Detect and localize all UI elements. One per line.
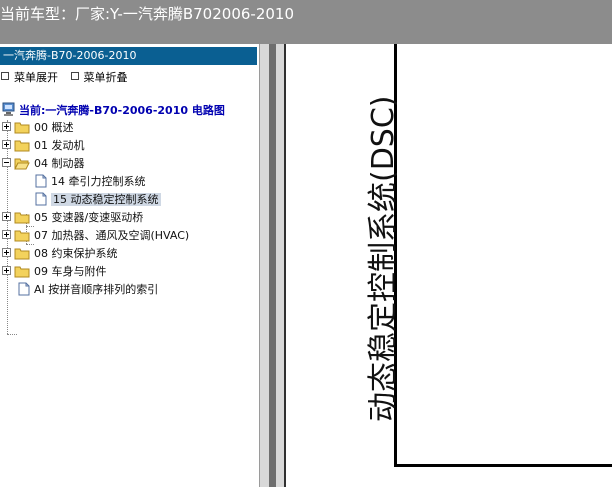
folder-open-icon bbox=[14, 158, 30, 170]
tree-node-label: 14 牵引力控制系统 bbox=[51, 175, 146, 188]
expand-all-label: 菜单展开 bbox=[14, 71, 58, 84]
pane-splitter[interactable] bbox=[260, 44, 286, 487]
expand-icon[interactable] bbox=[2, 230, 11, 239]
tree-node-label-selected: 15 动态稳定控制系统 bbox=[51, 193, 161, 206]
tree-node-traction-control[interactable]: 14 牵引力控制系统 bbox=[35, 174, 146, 190]
folder-icon bbox=[14, 266, 30, 278]
splitter-grip[interactable] bbox=[269, 44, 276, 487]
expand-icon[interactable] bbox=[2, 140, 11, 149]
tree-node-restraint-system[interactable]: 08 约束保护系统 bbox=[2, 246, 118, 262]
tree-node-hvac[interactable]: 07 加热器、通风及空调(HVAC) bbox=[2, 228, 189, 244]
diagram-frame-bottom bbox=[394, 464, 612, 467]
collapse-all-icon bbox=[70, 72, 79, 80]
tree-node-body-accessories[interactable]: 09 车身与附件 bbox=[2, 264, 107, 280]
computer-icon bbox=[2, 102, 15, 116]
expand-icon[interactable] bbox=[2, 212, 11, 221]
tree-root[interactable]: 当前:一汽奔腾-B70-2006-2010 电路图 bbox=[2, 102, 225, 118]
tree-node-brakes[interactable]: 04 制动器 bbox=[2, 156, 85, 172]
tree-node-label: 07 加热器、通风及空调(HVAC) bbox=[34, 229, 190, 242]
tree-node-label: 04 制动器 bbox=[34, 157, 85, 170]
tree-connector bbox=[26, 226, 34, 227]
navigation-pane: 一汽奔腾-B70-2006-2010 菜单展开 菜单折叠 当前:一汽奔腾-B70… bbox=[0, 44, 260, 487]
expand-icon[interactable] bbox=[2, 248, 11, 257]
folder-icon bbox=[14, 140, 30, 152]
document-icon bbox=[35, 192, 47, 206]
tree-node-label: 08 约束保护系统 bbox=[34, 247, 118, 260]
title-bar: 当前车型：厂家:Y-一汽奔腾B702006-2010 bbox=[0, 0, 612, 44]
document-icon bbox=[18, 282, 30, 296]
expand-icon[interactable] bbox=[2, 122, 11, 131]
window-title: 当前车型：厂家:Y-一汽奔腾B702006-2010 bbox=[0, 5, 294, 23]
tree-node-dynamic-stability-control[interactable]: 15 动态稳定控制系统 bbox=[35, 192, 161, 208]
collapse-all-button[interactable]: 菜单折叠 bbox=[70, 71, 128, 84]
expand-icon[interactable] bbox=[2, 266, 11, 275]
tree-node-engine[interactable]: 01 发动机 bbox=[2, 138, 85, 154]
tree-node-label: 05 变速器/变速驱动桥 bbox=[34, 211, 144, 224]
tree-node-overview[interactable]: 00 概述 bbox=[2, 120, 74, 136]
document-icon bbox=[35, 174, 47, 188]
folder-icon bbox=[14, 230, 30, 242]
folder-icon bbox=[14, 248, 30, 260]
tree-connector bbox=[26, 244, 34, 245]
diagram-view: 动态稳定控制系统(DSC) bbox=[286, 44, 612, 487]
tree-root-label: 当前:一汽奔腾-B70-2006-2010 电路图 bbox=[19, 104, 225, 117]
tree-node-transmission[interactable]: 05 变速器/变速驱动桥 bbox=[2, 210, 143, 226]
tree-node-label: 00 概述 bbox=[34, 121, 74, 134]
expand-all-icon bbox=[1, 72, 9, 80]
expand-all-button[interactable]: 菜单展开 bbox=[1, 71, 58, 84]
folder-icon bbox=[14, 212, 30, 224]
tree-node-label: 09 车身与附件 bbox=[34, 265, 107, 278]
tree-node-label: AI 按拼音顺序排列的索引 bbox=[34, 283, 159, 296]
diagram-title: 动态稳定控制系统(DSC) bbox=[366, 95, 401, 423]
tree-node-label: 01 发动机 bbox=[34, 139, 85, 152]
vehicle-header[interactable]: 一汽奔腾-B70-2006-2010 bbox=[0, 47, 257, 65]
menu-row: 菜单展开 菜单折叠 bbox=[1, 69, 137, 85]
tree-connector bbox=[7, 334, 17, 335]
tree-node-pinyin-index[interactable]: AI 按拼音顺序排列的索引 bbox=[18, 282, 158, 298]
collapse-icon[interactable] bbox=[2, 158, 11, 167]
collapse-all-label: 菜单折叠 bbox=[83, 71, 128, 84]
folder-icon bbox=[14, 122, 30, 134]
